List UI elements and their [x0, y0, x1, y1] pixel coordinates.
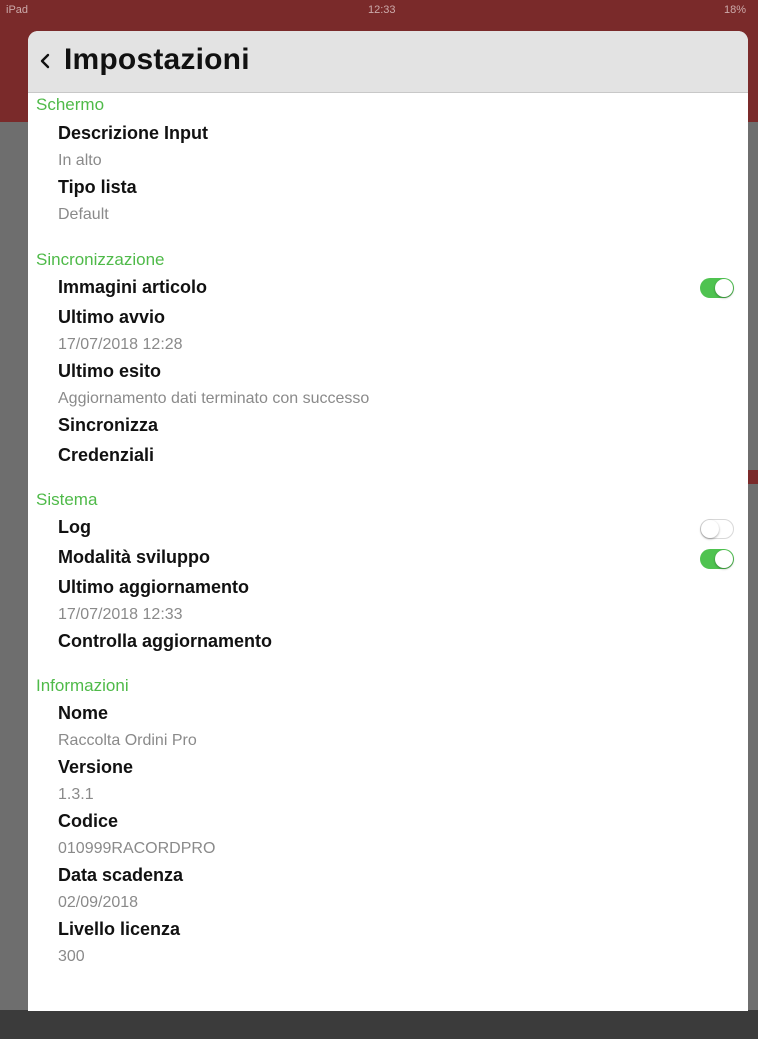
settings-list: Schermo Descrizione Input In alto Tipo l…	[28, 95, 748, 995]
back-button[interactable]	[38, 50, 52, 72]
section-header-sincronizzazione: Sincronizzazione	[36, 250, 165, 269]
section-header-schermo: Schermo	[36, 95, 105, 114]
modalita-sviluppo-toggle[interactable]	[700, 549, 734, 569]
setting-ultimo-aggiornamento-value: 17/07/2018 12:33	[58, 606, 183, 623]
toggle-knob	[715, 279, 733, 297]
info-scadenza-label: Data scadenza	[58, 865, 184, 885]
info-nome-label: Nome	[58, 703, 109, 723]
status-device: iPad	[6, 4, 29, 16]
section-header-sistema: Sistema	[36, 490, 98, 509]
info-codice-label: Codice	[58, 811, 119, 831]
immagini-articolo-toggle[interactable]	[700, 278, 734, 298]
section-header-informazioni: Informazioni	[36, 676, 129, 695]
controlla-aggiornamento-button[interactable]: Controlla aggiornamento	[58, 631, 272, 652]
status-battery: 18%	[723, 4, 746, 16]
sincronizza-button[interactable]: Sincronizza	[58, 415, 158, 436]
info-licenza-label: Livello licenza	[58, 919, 181, 939]
settings-modal: Impostazioni Schermo Descrizione Input I…	[28, 31, 748, 1011]
setting-modalita-sviluppo: Modalità sviluppo	[58, 547, 211, 567]
setting-ultimo-aggiornamento: Ultimo aggiornamento	[58, 577, 250, 597]
navigation-bar: Impostazioni	[28, 31, 748, 93]
info-versione-value: 1.3.1	[58, 786, 94, 803]
setting-immagini-articolo: Immagini articolo	[58, 277, 208, 297]
info-nome-value: Raccolta Ordini Pro	[58, 732, 197, 749]
credenziali-button[interactable]: Credenziali	[58, 445, 154, 466]
setting-ultimo-avvio-value: 17/07/2018 12:28	[58, 336, 183, 353]
log-toggle[interactable]	[700, 519, 734, 539]
info-codice-value: 010999RACORDPRO	[58, 840, 216, 857]
info-scadenza-value: 02/09/2018	[58, 894, 139, 911]
background-bottom-bar	[0, 1010, 758, 1039]
setting-ultimo-esito: Ultimo esito	[58, 361, 162, 381]
chevron-left-icon	[40, 53, 50, 69]
info-licenza-value: 300	[58, 948, 85, 965]
info-versione-label: Versione	[58, 757, 134, 777]
toggle-knob	[701, 520, 719, 538]
setting-descrizione-input-value: In alto	[58, 152, 102, 169]
setting-tipo-lista[interactable]: Tipo lista	[58, 177, 137, 198]
status-bar: iPad 12:33 18%	[0, 0, 758, 20]
setting-descrizione-input[interactable]: Descrizione Input	[58, 123, 208, 144]
toggle-knob	[715, 550, 733, 568]
setting-tipo-lista-value: Default	[58, 206, 109, 223]
status-time: 12:33	[368, 4, 396, 16]
setting-ultimo-avvio: Ultimo avvio	[58, 307, 166, 327]
setting-log: Log	[58, 517, 91, 537]
setting-ultimo-esito-value: Aggiornamento dati terminato con success…	[58, 390, 370, 407]
page-title: Impostazioni	[64, 43, 250, 76]
